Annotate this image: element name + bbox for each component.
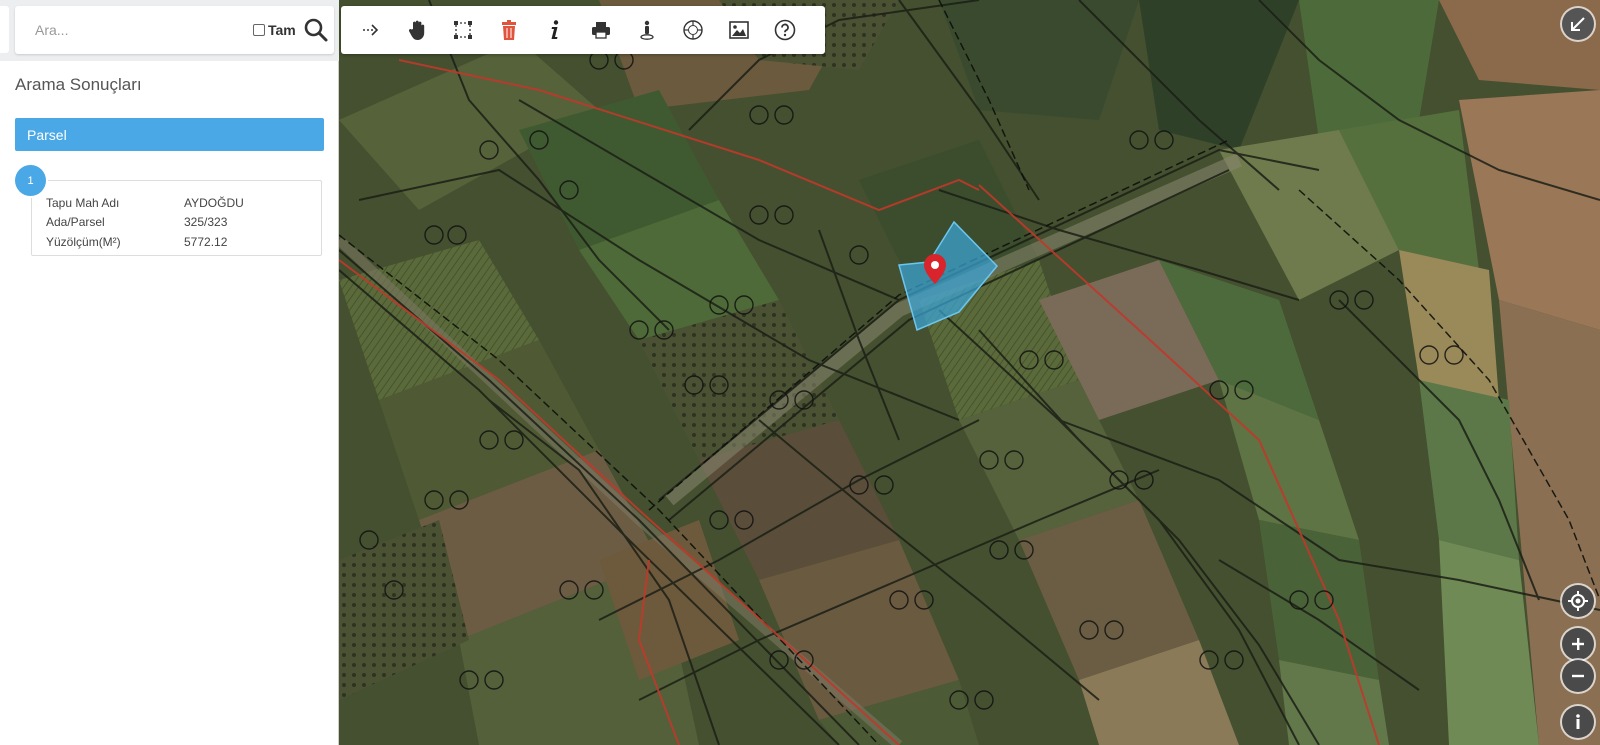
- search-button[interactable]: [303, 17, 329, 43]
- locate-icon: [1568, 591, 1588, 611]
- navigate-tool-button[interactable]: [348, 10, 394, 50]
- hand-pan-icon: [408, 20, 425, 40]
- help-tool-button[interactable]: [762, 10, 808, 50]
- collapse-arrow-icon: [1571, 17, 1585, 31]
- tam-checkbox-group[interactable]: Tam: [253, 22, 296, 38]
- field-value: 5772.12: [184, 235, 228, 249]
- search-results-title: Arama Sonuçları: [15, 75, 142, 94]
- image-icon: [729, 21, 749, 39]
- pan-tool-button[interactable]: [394, 10, 440, 50]
- select-area-tool-button[interactable]: [440, 10, 486, 50]
- zoom-in-button[interactable]: [1562, 628, 1594, 660]
- location-marker-icon[interactable]: [924, 254, 946, 284]
- search-box: Tam: [15, 6, 334, 54]
- clear-tool-button[interactable]: [486, 10, 532, 50]
- tam-label: Tam: [268, 22, 296, 38]
- person-pin-icon: [640, 20, 654, 40]
- image-tool-button[interactable]: [716, 10, 762, 50]
- field-label: Ada/Parsel: [46, 215, 105, 229]
- map-info-button[interactable]: [1562, 706, 1594, 738]
- info-icon: [551, 20, 559, 39]
- arrow-right-dashed-icon: [363, 24, 379, 36]
- result-index-badge[interactable]: 1: [15, 165, 46, 196]
- print-tool-button[interactable]: [578, 10, 624, 50]
- left-panel: Tam Arama Sonuçları Parsel 1 Tapu Mah Ad…: [0, 0, 339, 745]
- field-value: 325/323: [184, 215, 228, 229]
- help-icon: [774, 19, 796, 41]
- zoom-out-icon: [1572, 674, 1584, 678]
- panel-tab-handle[interactable]: [0, 6, 9, 53]
- field-label: Tapu Mah Adı: [46, 196, 120, 210]
- info-tool-button[interactable]: [532, 10, 578, 50]
- search-icon: [304, 18, 328, 42]
- zoom-out-button[interactable]: [1562, 660, 1594, 692]
- result-row: Tapu Mah Adı AYDOĞDU: [46, 196, 244, 210]
- result-row: Ada/Parsel 325/323: [46, 215, 227, 229]
- search-bar-area: Tam: [0, 0, 339, 61]
- map-toolbar: [341, 6, 825, 54]
- satellite-imagery: [339, 0, 1600, 745]
- info-icon: [1576, 714, 1580, 729]
- coordinate-icon: [683, 20, 703, 40]
- select-rectangle-icon: [454, 21, 472, 39]
- coordinate-tool-button[interactable]: [670, 10, 716, 50]
- map-canvas[interactable]: [339, 0, 1600, 745]
- collapse-panel-button[interactable]: [1562, 8, 1594, 40]
- street-view-tool-button[interactable]: [624, 10, 670, 50]
- locate-button[interactable]: [1562, 585, 1594, 617]
- parsel-section-header[interactable]: Parsel: [15, 118, 324, 151]
- trash-icon: [502, 20, 516, 40]
- print-icon: [592, 22, 610, 39]
- zoom-in-icon: [1572, 638, 1584, 650]
- field-value: AYDOĞDU: [184, 196, 244, 210]
- field-label: Yüzölçüm(M²): [46, 235, 121, 249]
- result-row: Yüzölçüm(M²) 5772.12: [46, 235, 227, 249]
- result-card[interactable]: Tapu Mah Adı AYDOĞDU Ada/Parsel 325/323 …: [31, 180, 322, 256]
- search-input[interactable]: [35, 18, 235, 42]
- tam-checkbox[interactable]: [253, 24, 265, 36]
